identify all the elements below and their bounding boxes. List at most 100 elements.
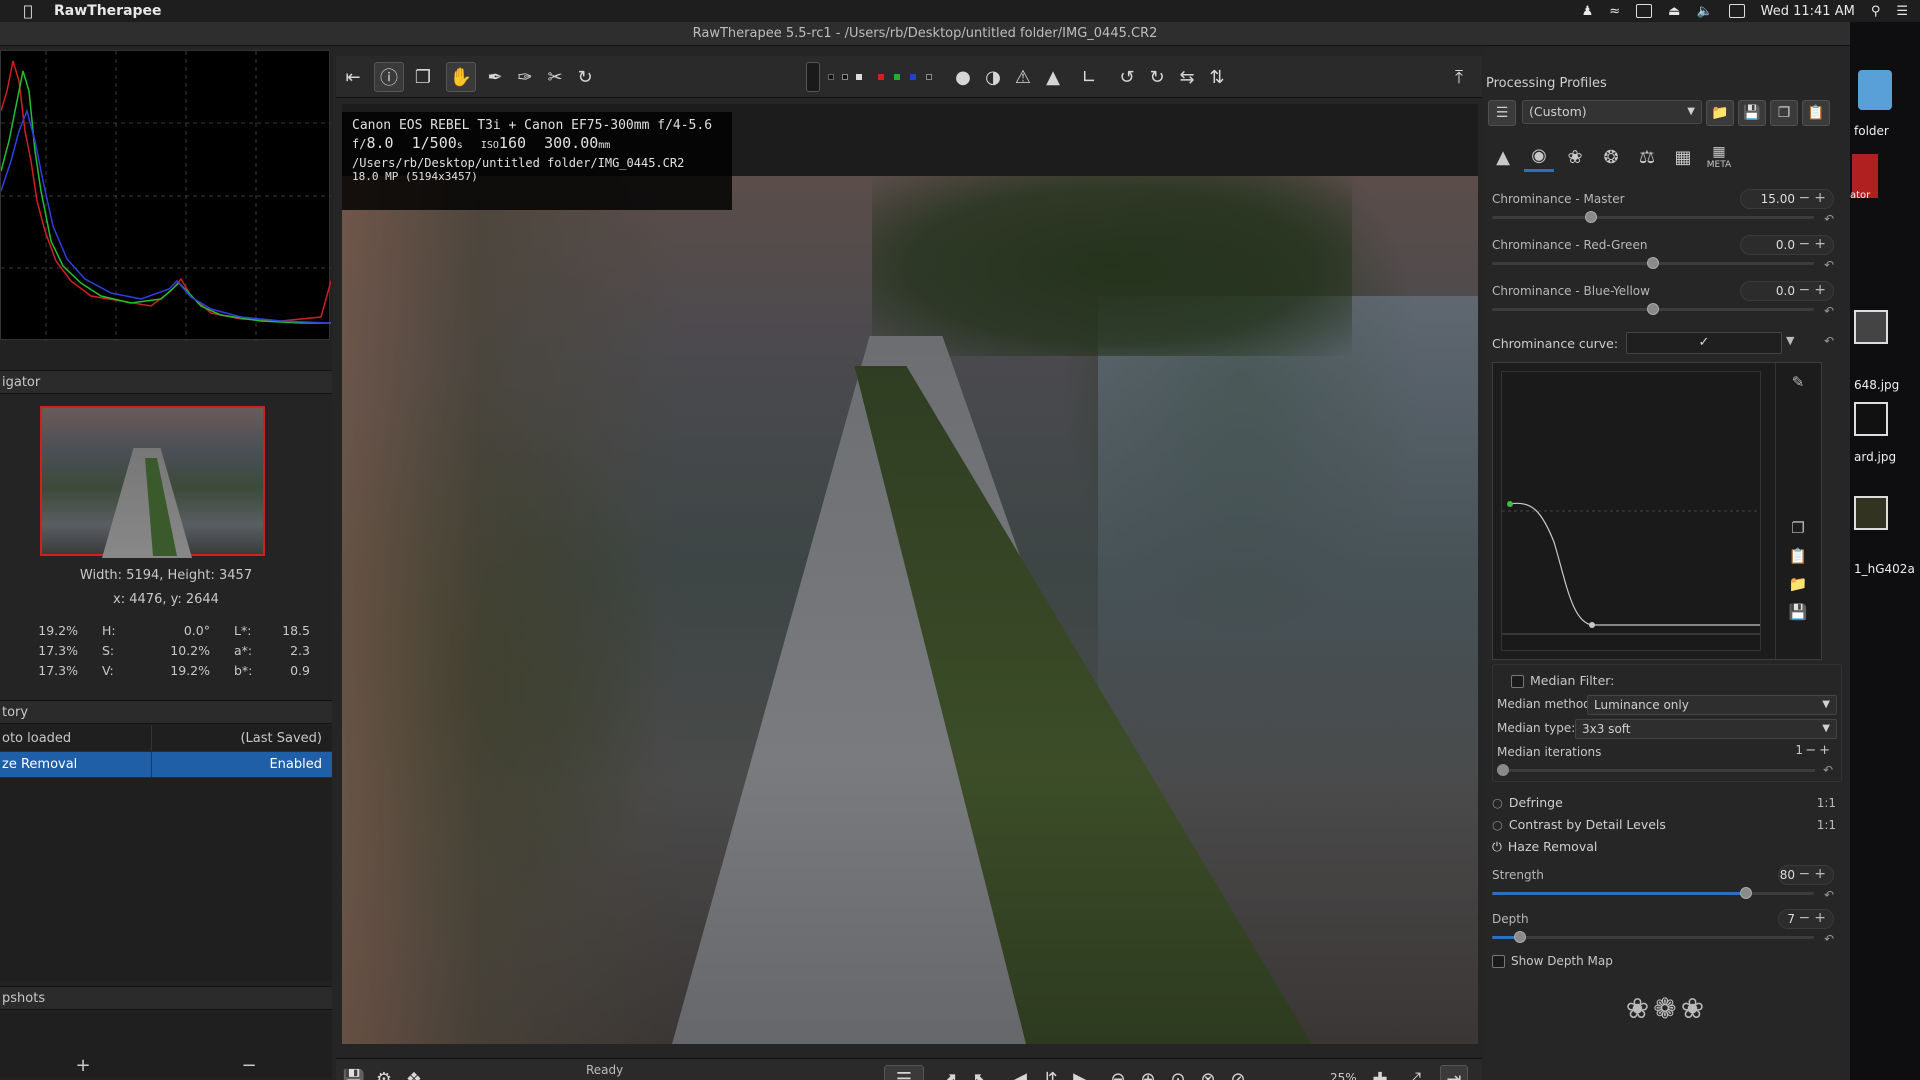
notification-center-icon[interactable]: ☰ bbox=[1896, 4, 1908, 19]
color-picker-icon[interactable]: ✑ bbox=[510, 62, 540, 92]
slider-track[interactable] bbox=[1492, 211, 1814, 223]
preview-green-icon[interactable] bbox=[894, 74, 900, 80]
preview-gray-icon[interactable] bbox=[842, 74, 848, 80]
before-after-icon[interactable]: ❐ bbox=[408, 62, 438, 92]
image-file-icon[interactable] bbox=[1854, 496, 1888, 530]
curve-open-icon[interactable]: 📁 bbox=[1784, 571, 1812, 597]
slider-knob[interactable] bbox=[1740, 887, 1752, 899]
hide-top-panel-icon[interactable]: ⤒ bbox=[1444, 62, 1474, 92]
profile-select[interactable]: (Custom) ▼ bbox=[1522, 100, 1702, 124]
wifi-icon[interactable]: ≈ bbox=[1609, 4, 1620, 19]
soft-proof-icon[interactable]: ◑ bbox=[978, 62, 1008, 92]
minus-plus-icon[interactable]: −+ bbox=[1805, 743, 1833, 758]
remove-snapshot-button[interactable]: − bbox=[166, 1054, 332, 1078]
new-detail-window-icon[interactable]: ✚ bbox=[1366, 1065, 1394, 1080]
curve-type-select[interactable]: ✓ bbox=[1626, 332, 1782, 354]
white-balance-picker-icon[interactable]: ✒ bbox=[480, 62, 510, 92]
info-icon[interactable]: ⓘ bbox=[374, 62, 404, 92]
desktop-app-label[interactable]: ator bbox=[1850, 190, 1870, 201]
zoom-fit-tool-icon[interactable]: ⬈ bbox=[936, 1065, 964, 1080]
apple-icon[interactable]:  bbox=[18, 1, 38, 21]
slider-knob[interactable] bbox=[1585, 211, 1597, 223]
zoom-100-icon[interactable]: ⊙ bbox=[1164, 1065, 1192, 1080]
next-image-icon[interactable]: ▶ bbox=[1066, 1065, 1094, 1080]
slider-track[interactable] bbox=[1492, 887, 1814, 899]
app-menu-name[interactable]: RawTherapee bbox=[54, 3, 162, 19]
curve-save-icon[interactable]: 💾 bbox=[1784, 599, 1812, 625]
curve-copy-icon[interactable]: ❐ bbox=[1784, 515, 1812, 541]
rotate-left-icon[interactable]: ↺ bbox=[1112, 62, 1142, 92]
straighten-icon[interactable]: ↻ bbox=[570, 62, 600, 92]
history-header[interactable]: tory bbox=[0, 700, 332, 724]
flip-horizontal-icon[interactable]: ⇆ bbox=[1172, 62, 1202, 92]
preview-red-icon[interactable] bbox=[878, 74, 884, 80]
slider-track[interactable] bbox=[1492, 303, 1814, 315]
median-filter-checkbox[interactable] bbox=[1511, 675, 1524, 688]
minus-plus-icon[interactable]: −+ bbox=[1799, 866, 1830, 882]
image-file-icon[interactable] bbox=[1854, 310, 1888, 344]
reset-icon[interactable]: ↶ bbox=[1824, 932, 1834, 946]
queue-icon[interactable]: ⚙ bbox=[370, 1065, 398, 1080]
slider-track[interactable] bbox=[1492, 931, 1814, 943]
gamut-warning-icon[interactable]: ⚠ bbox=[1008, 62, 1038, 92]
save-profile-icon[interactable]: 💾 bbox=[1738, 100, 1766, 126]
spotlight-icon[interactable]: ⚲ bbox=[1871, 4, 1881, 19]
curve-dropdown-icon[interactable]: ▼ bbox=[1786, 334, 1794, 347]
folder-icon[interactable] bbox=[1858, 70, 1892, 110]
preview-white-icon[interactable] bbox=[856, 74, 862, 80]
volume-icon[interactable]: 🔈 bbox=[1696, 4, 1712, 19]
disabled-icon[interactable]: ○ bbox=[1492, 817, 1503, 832]
navigator-thumbnail[interactable] bbox=[40, 406, 265, 558]
clipping-warning-icon[interactable]: ▲ bbox=[1038, 62, 1068, 92]
histogram[interactable] bbox=[0, 50, 332, 341]
zoom-fit-crop-icon[interactable]: ⊘ bbox=[1224, 1065, 1252, 1080]
clock[interactable]: Wed 11:41 AM bbox=[1761, 4, 1855, 19]
sync-icon[interactable]: ⇵ bbox=[1036, 1065, 1064, 1080]
slider-knob[interactable] bbox=[1647, 257, 1659, 269]
median-method-select[interactable]: Luminance only ▼ bbox=[1587, 695, 1837, 715]
profile-list-icon[interactable]: ☰ bbox=[1488, 100, 1516, 126]
haze-depth-slider[interactable]: Depth 7 −+ ↶ bbox=[1492, 906, 1842, 952]
preview-luminance-icon[interactable] bbox=[926, 74, 932, 80]
reset-icon[interactable]: ↶ bbox=[1824, 258, 1834, 272]
median-iterations-value[interactable]: 1 bbox=[1795, 743, 1803, 757]
snapshots-header[interactable]: pshots bbox=[0, 986, 332, 1010]
hide-right-panel-icon[interactable]: ⇥ bbox=[1440, 1065, 1468, 1080]
slider-knob[interactable] bbox=[1647, 303, 1659, 315]
curve-paste-icon[interactable]: 📋 bbox=[1784, 543, 1812, 569]
slider-track[interactable] bbox=[1492, 257, 1814, 269]
tab-detail-icon[interactable]: ❀ bbox=[1560, 142, 1590, 172]
zoom-tool-icon[interactable]: ⬉ bbox=[966, 1065, 994, 1080]
copy-profile-icon[interactable]: ❐ bbox=[1770, 100, 1798, 126]
chrominance-master-slider[interactable]: Chrominance - Master 15.00 −+ ↶ bbox=[1492, 186, 1842, 232]
previous-image-icon[interactable]: ◀ bbox=[1006, 1065, 1034, 1080]
show-depth-map-toggle[interactable]: Show Depth Map bbox=[1492, 954, 1613, 968]
reset-icon[interactable]: ↶ bbox=[1824, 888, 1834, 902]
power-icon[interactable]: ⏻ bbox=[1492, 839, 1502, 854]
curve-graph[interactable] bbox=[1501, 371, 1761, 651]
median-iterations-track[interactable] bbox=[1497, 764, 1815, 776]
photo-canvas[interactable] bbox=[342, 176, 1478, 1044]
defringe-section[interactable]: ○ Defringe 1:1 bbox=[1492, 792, 1842, 814]
focus-mask-icon[interactable]: ● bbox=[948, 62, 978, 92]
tab-metadata-icon[interactable]: ▦ META bbox=[1704, 142, 1734, 172]
slider-knob[interactable] bbox=[1513, 931, 1526, 943]
minus-plus-icon[interactable]: −+ bbox=[1799, 282, 1830, 298]
histogram-toggle-icon[interactable]: ∟ bbox=[1074, 62, 1104, 92]
reset-icon[interactable]: ↶ bbox=[1824, 304, 1834, 318]
preview-blue-icon[interactable] bbox=[910, 74, 916, 80]
tab-favorites-icon[interactable]: ▲ bbox=[1488, 142, 1518, 172]
show-depth-map-checkbox[interactable] bbox=[1492, 955, 1505, 968]
fullscreen-icon[interactable]: ⤢ bbox=[1400, 1065, 1428, 1080]
navigator-header[interactable]: igator bbox=[0, 370, 332, 394]
external-editor-icon[interactable]: ❖ bbox=[400, 1065, 428, 1080]
preview-black-icon[interactable] bbox=[828, 74, 834, 80]
minus-plus-icon[interactable]: −+ bbox=[1799, 236, 1830, 252]
chrominance-red-green-slider[interactable]: Chrominance - Red-Green 0.0 −+ ↶ bbox=[1492, 232, 1842, 278]
median-type-select[interactable]: 3x3 soft ▼ bbox=[1575, 719, 1837, 739]
rotate-right-icon[interactable]: ↻ bbox=[1142, 62, 1172, 92]
curve-edit-icon[interactable]: ✎ bbox=[1784, 369, 1812, 395]
reset-icon[interactable]: ↶ bbox=[1824, 212, 1834, 226]
cbdl-section[interactable]: ○ Contrast by Detail Levels 1:1 bbox=[1492, 814, 1842, 836]
image-preview[interactable]: Canon EOS REBEL T3i + Canon EF75-300mm f… bbox=[342, 104, 1478, 1044]
